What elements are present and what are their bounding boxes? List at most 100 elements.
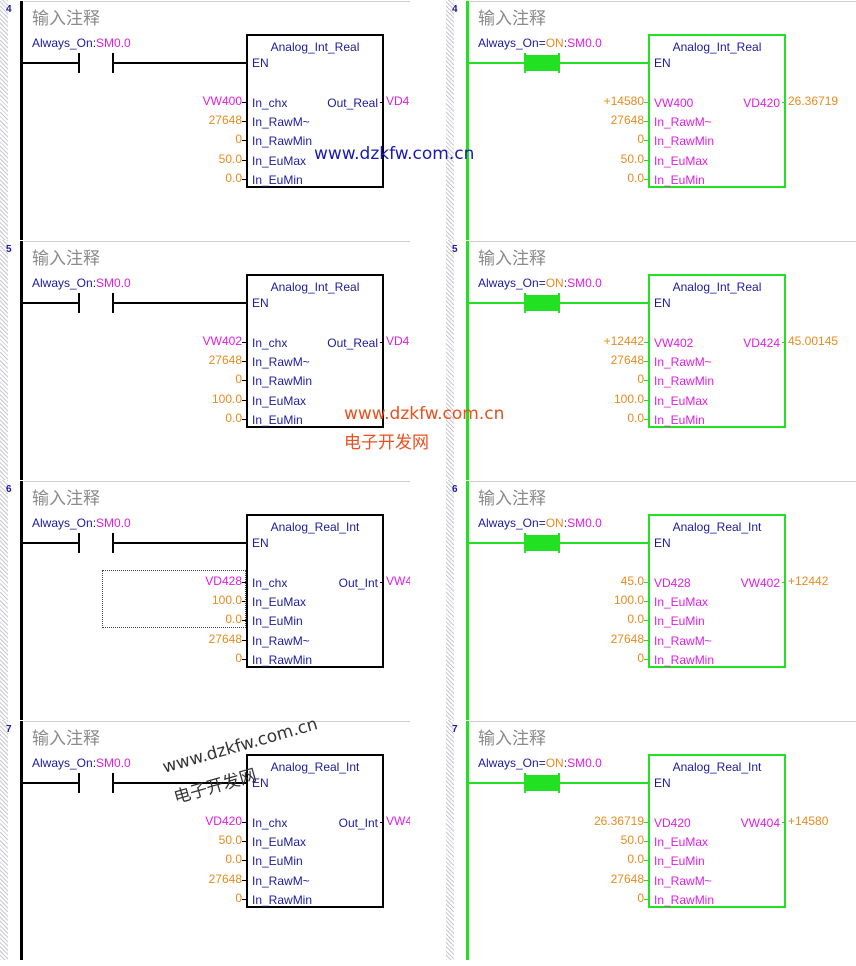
rung-comment[interactable]: 输入注释	[32, 724, 100, 749]
watermark-cn: 电子开发网	[344, 433, 429, 453]
input-pin-label: In_EuMax	[654, 835, 709, 850]
input-operand[interactable]: 0.0	[627, 411, 644, 425]
input-operand[interactable]: 27648	[209, 872, 242, 886]
rung-number[interactable]: 5	[6, 244, 12, 255]
contact-bar-left[interactable]	[78, 773, 80, 793]
input-operand[interactable]: 0	[235, 651, 242, 665]
input-operand[interactable]: 27648	[209, 632, 242, 646]
input-pin-label: In_EuMin	[654, 412, 705, 427]
rung-number[interactable]: 7	[452, 724, 458, 735]
rung-number[interactable]: 7	[6, 724, 12, 735]
input-operand[interactable]: 0.0	[225, 171, 242, 185]
block-title: Analog_Int_Real	[672, 280, 762, 294]
rung-comment[interactable]: 输入注释	[32, 484, 100, 509]
input-operand[interactable]: 27648	[611, 632, 644, 646]
input-operand[interactable]: 50.0	[621, 833, 644, 847]
input-operand[interactable]: 0	[637, 651, 644, 665]
input-operand[interactable]: 100.0	[614, 392, 644, 406]
output-operand[interactable]: +12442	[788, 574, 828, 588]
block-title: Analog_Int_Real	[672, 40, 762, 54]
input-operand[interactable]: 50.0	[621, 152, 644, 166]
input-operand[interactable]: 0	[235, 891, 242, 905]
input-pin-label: In_EuMax	[654, 153, 709, 168]
input-operand[interactable]: 27648	[611, 872, 644, 886]
rung-comment[interactable]: 输入注释	[478, 4, 546, 29]
input-operand[interactable]: 50.0	[219, 152, 242, 166]
input-pin-label: In_chx	[252, 576, 288, 590]
input-pin-label: In_RawM~	[252, 873, 310, 888]
contact-bar-left[interactable]	[78, 293, 80, 313]
block-title: Analog_Real_Int	[672, 520, 762, 534]
rung-wire-right	[560, 62, 648, 64]
input-operand[interactable]: 27648	[611, 353, 644, 367]
output-operand[interactable]: VW404	[386, 814, 410, 828]
output-operand[interactable]: +14580	[788, 814, 828, 828]
input-pin-label: In_RawMin	[654, 374, 715, 389]
input-pin-tick	[644, 639, 648, 641]
input-operand[interactable]: VD420	[205, 814, 242, 828]
rung-comment[interactable]: 输入注释	[478, 244, 546, 269]
rung-comment[interactable]: 输入注释	[32, 4, 100, 29]
rung-comment[interactable]: 输入注释	[478, 724, 546, 749]
input-operand[interactable]: 100.0	[212, 392, 242, 406]
rung-number[interactable]: 6	[452, 484, 458, 495]
input-pin-label: In_EuMax	[252, 835, 307, 850]
output-operand[interactable]: 26.36719	[788, 94, 838, 108]
input-operand[interactable]: 50.0	[219, 833, 242, 847]
input-operand[interactable]: 0	[235, 132, 242, 146]
rung-gutter	[446, 240, 454, 480]
input-pin-tick	[242, 822, 246, 823]
function-block[interactable]: Analog_Int_Real EN In_chx In_RawM~ In_RawMin…	[246, 34, 384, 188]
function-block[interactable]: Analog_Real_Int EN In_chx In_EuMax In_EuMin I…	[246, 514, 384, 668]
input-pin-label: In_EuMin	[252, 412, 303, 427]
contact-bar-left[interactable]	[78, 533, 80, 553]
output-operand[interactable]: VW402	[386, 574, 410, 588]
contact-name: Always_On	[32, 276, 93, 290]
input-operand[interactable]: 0.0	[225, 852, 242, 866]
input-operand[interactable]: 27648	[209, 113, 242, 127]
rung-comment[interactable]: 输入注释	[478, 484, 546, 509]
function-block[interactable]: Analog_Int_Real EN VW400 In_RawM~ In_RawMin I…	[648, 34, 786, 188]
watermark-url: www.dzkfw.com.cn	[314, 144, 475, 164]
input-operand[interactable]: 45.0	[621, 574, 644, 588]
contact-label: Always_On:SM0.0	[32, 756, 131, 770]
input-operand[interactable]: 0.0	[627, 612, 644, 626]
rung-number[interactable]: 4	[6, 4, 12, 15]
rung-number[interactable]: 4	[452, 4, 458, 15]
function-block[interactable]: Analog_Int_Real EN VW402 In_RawM~ In_RawMin I…	[648, 274, 786, 428]
input-operand[interactable]: 0	[637, 132, 644, 146]
rung-gutter	[0, 240, 8, 480]
output-operand[interactable]: VD424	[386, 334, 410, 348]
contact-label: Always_On:SM0.0	[32, 36, 131, 50]
input-operand[interactable]: 27648	[611, 113, 644, 127]
input-pin-tick	[644, 860, 648, 862]
function-block[interactable]: Analog_Real_Int EN VD428 In_EuMax In_EuMin In…	[648, 514, 786, 668]
input-operand[interactable]: 0	[637, 372, 644, 386]
input-operand[interactable]: VW400	[203, 94, 242, 108]
input-operand[interactable]: 0	[637, 891, 644, 905]
input-operand[interactable]: VW402	[203, 334, 242, 348]
input-operand[interactable]: 0.0	[225, 411, 242, 425]
output-operand[interactable]: 45.00145	[788, 334, 838, 348]
input-operand[interactable]: 27648	[209, 353, 242, 367]
input-operand[interactable]: 100.0	[614, 593, 644, 607]
rung-comment[interactable]: 输入注释	[32, 244, 100, 269]
block-title: Analog_Int_Real	[270, 40, 360, 54]
function-block[interactable]: Analog_Real_Int EN In_chx In_EuMax In_EuMin I…	[246, 754, 384, 908]
input-operand[interactable]: 26.36719	[594, 814, 644, 828]
input-operand[interactable]: +12442	[604, 334, 644, 348]
input-operand[interactable]: 0.0	[627, 852, 644, 866]
contact-energized-fill	[526, 775, 558, 791]
power-rail	[466, 1, 469, 240]
en-pin: EN	[654, 296, 671, 310]
rung-number[interactable]: 6	[6, 484, 12, 495]
contact-bar-left[interactable]	[78, 53, 80, 73]
input-pin-tick	[242, 860, 246, 862]
input-pin-tick	[644, 841, 648, 843]
function-block[interactable]: Analog_Real_Int EN VD420 In_EuMax In_EuMin In…	[648, 754, 786, 908]
output-operand[interactable]: VD420	[386, 94, 410, 108]
input-operand[interactable]: 0.0	[627, 171, 644, 185]
rung-number[interactable]: 5	[452, 244, 458, 255]
input-operand[interactable]: 0	[235, 372, 242, 386]
input-operand[interactable]: +14580	[604, 94, 644, 108]
